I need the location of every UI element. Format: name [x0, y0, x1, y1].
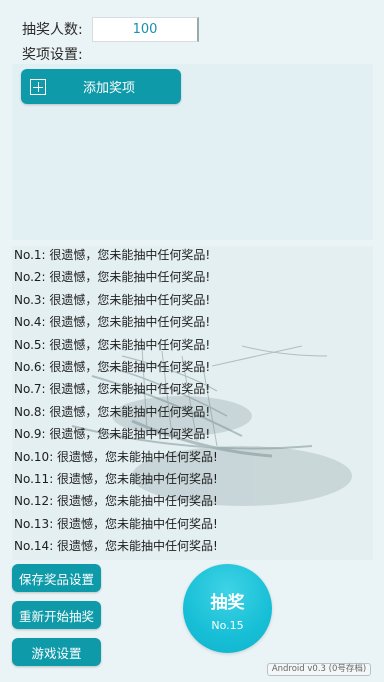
result-line: No.5: 很遗憾，您未能抽中任何奖品! — [14, 337, 211, 352]
result-line: No.3: 很遗憾，您未能抽中任何奖品! — [14, 292, 211, 307]
draw-button[interactable]: 抽奖 No.15 — [183, 564, 272, 653]
draw-number: No.15 — [211, 618, 244, 632]
result-line: No.6: 很遗憾，您未能抽中任何奖品! — [14, 359, 211, 374]
result-line: No.2: 很遗憾，您未能抽中任何奖品! — [14, 270, 211, 285]
count-input[interactable] — [92, 17, 199, 42]
count-label: 抽奖人数: — [22, 22, 83, 38]
version-badge: Android v0.3 (0号存档) — [267, 663, 371, 676]
game-settings-button[interactable]: 游戏设置 — [12, 638, 101, 666]
result-line: No.11: 很遗憾，您未能抽中任何奖品! — [14, 471, 218, 486]
result-line: No.12: 很遗憾，您未能抽中任何奖品! — [14, 494, 218, 509]
result-line: No.13: 很遗憾，您未能抽中任何奖品! — [14, 516, 218, 531]
result-line: No.1: 很遗憾，您未能抽中任何奖品! — [14, 248, 211, 262]
result-line: No.9: 很遗憾，您未能抽中任何奖品! — [14, 427, 211, 442]
results-list[interactable]: No.1: 很遗憾，您未能抽中任何奖品! No.2: 很遗憾，您未能抽中任何奖品!… — [12, 246, 373, 560]
result-line: No.10: 很遗憾，您未能抽中任何奖品! — [14, 449, 218, 464]
draw-button-label: 抽奖 — [210, 592, 245, 613]
result-lines: No.1: 很遗憾，您未能抽中任何奖品! No.2: 很遗憾，您未能抽中任何奖品!… — [14, 246, 218, 559]
result-line: No.7: 很遗憾，您未能抽中任何奖品! — [14, 382, 211, 397]
prize-settings-label: 奖项设置: — [22, 47, 83, 63]
plus-square-icon — [30, 78, 46, 95]
add-prize-label: 添加奖项 — [83, 81, 136, 96]
save-prize-settings-button[interactable]: 保存奖品设置 — [12, 564, 101, 592]
result-line: No.4: 很遗憾，您未能抽中任何奖品! — [14, 315, 211, 330]
result-line: No.14: 很遗憾，您未能抽中任何奖品! — [14, 539, 218, 554]
result-line: No.8: 很遗憾，您未能抽中任何奖品! — [14, 404, 211, 419]
add-prize-button[interactable]: 添加奖项 — [21, 69, 181, 104]
restart-draw-button[interactable]: 重新开始抽奖 — [12, 601, 101, 629]
